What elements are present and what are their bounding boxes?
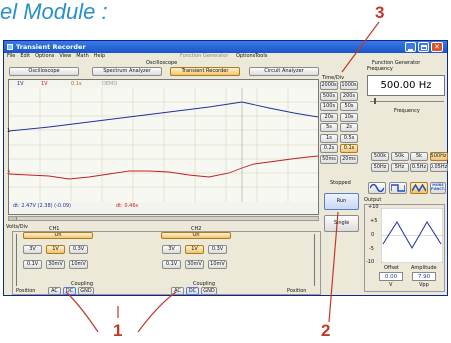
callout-lines	[65, 21, 380, 333]
callout-1: 1	[113, 321, 123, 340]
callout-3: 3	[375, 3, 385, 22]
callout-2: 2	[321, 321, 331, 340]
